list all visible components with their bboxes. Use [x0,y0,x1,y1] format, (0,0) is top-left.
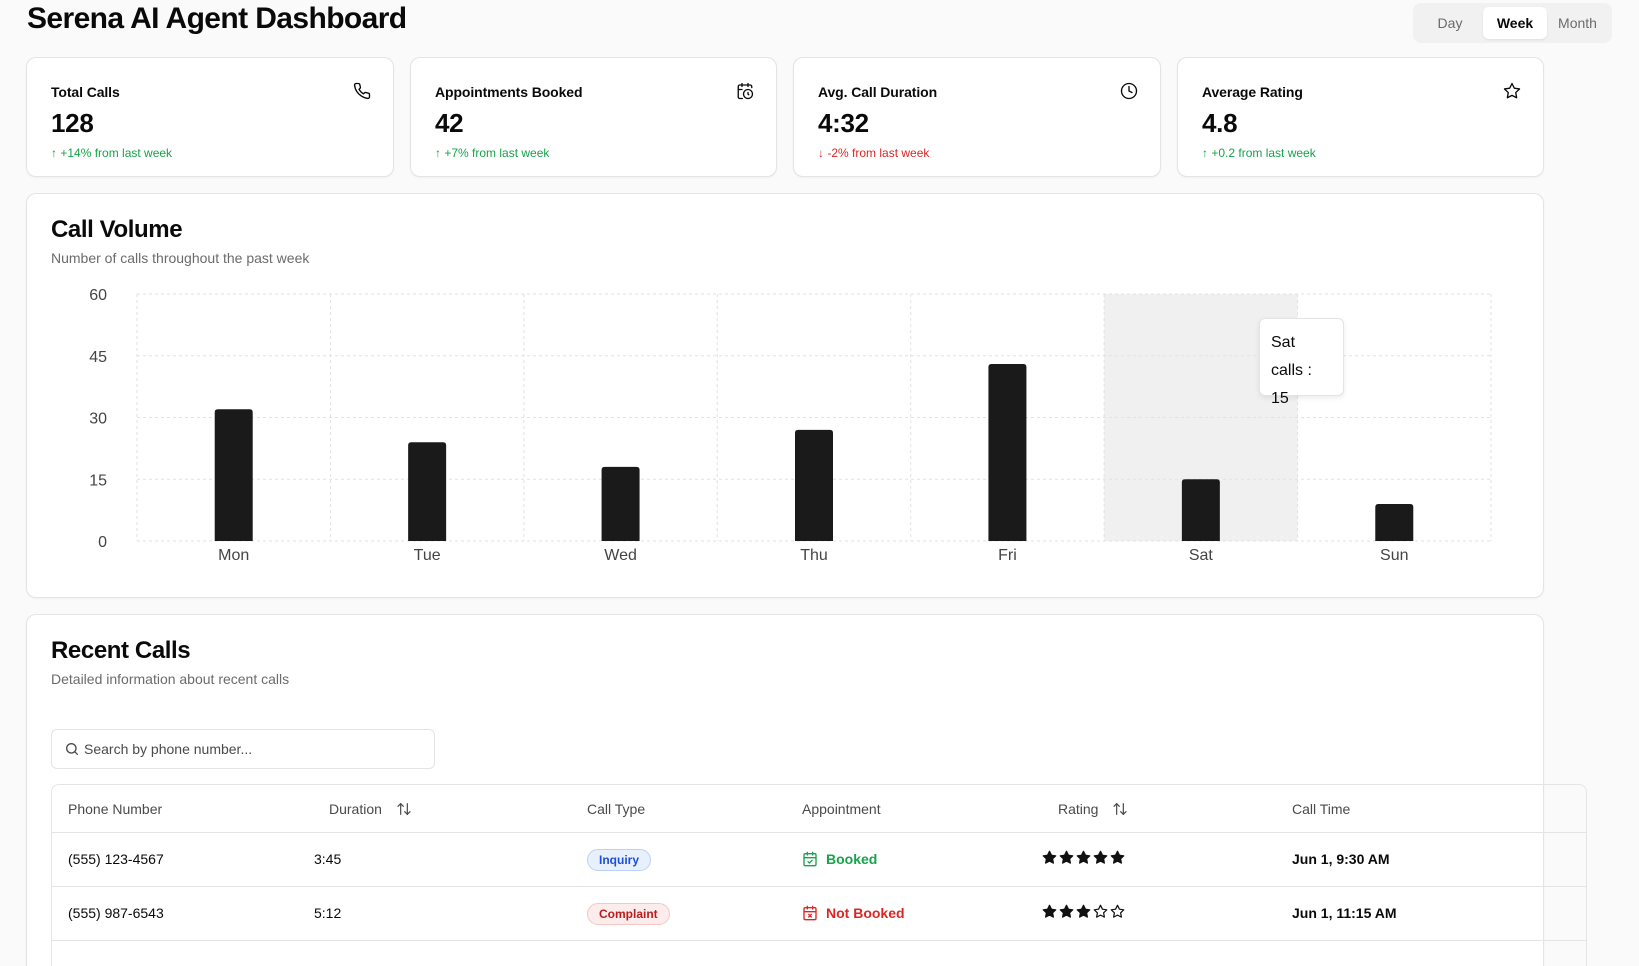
stat-title: Appointments Booked [435,84,583,100]
x-tick-label: Sat [1189,547,1214,564]
column-header-appointment: Appointment [802,801,881,817]
recent-calls-table: Phone Number Duration Call Type Appointm… [51,784,1587,966]
bar-sun [1375,503,1414,541]
tooltip-value: calls : 15 [1271,362,1312,407]
phone-icon [353,82,371,100]
star-filled-icon [1093,850,1108,864]
phone-cell: (555) 987-6543 [68,905,164,921]
star-filled-icon [1076,850,1091,864]
table-header: Phone Number Duration Call Type Appointm… [52,785,1586,833]
bar-mon [214,409,253,541]
column-header-call-type: Call Type [587,801,646,817]
search-icon [66,743,78,755]
calendar-x-icon [803,905,817,921]
page-title: Serena AI Agent Dashboard [27,2,407,35]
calendar-check-icon [803,851,817,867]
y-tick-label: 0 [98,534,107,551]
search-input[interactable] [84,730,424,768]
x-tick-label: Wed [604,547,637,564]
range-week-button[interactable]: Week [1483,7,1547,39]
stat-delta: ↑ +0.2 from last week [1202,146,1316,160]
clock-icon [1120,82,1138,100]
stat-delta: ↑ +7% from last week [435,146,550,160]
phone-cell: (555) 123-4567 [68,851,164,867]
x-tick-label: Sun [1380,547,1408,564]
appointment-cell: Not Booked [802,905,905,921]
bar-fri [988,363,1027,541]
call-type-cell: Inquiry [587,849,652,871]
call-type-badge: Inquiry [587,849,652,871]
star-filled-icon [1076,904,1091,918]
table-row[interactable]: (555) 123-4567 3:45 Inquiry Booked Jun 1… [52,833,1586,887]
sort-icon[interactable] [1112,801,1128,817]
star-filled-icon [1059,904,1074,918]
stat-value: 4:32 [818,108,869,138]
duration-cell: 3:45 [314,851,342,867]
star-filled-icon [1059,850,1074,864]
search-box [51,729,435,769]
star-empty-icon [1093,904,1108,918]
stat-title: Average Rating [1202,84,1303,100]
chart-tooltip: Sat calls : 15 [1259,318,1344,407]
range-month-button[interactable]: Month [1547,7,1608,39]
appointment-cell: Booked [802,851,877,867]
star-filled-icon [1110,850,1125,864]
y-tick-label: 15 [89,472,107,489]
stat-card-average-rating: Average Rating 4.8 ↑ +0.2 from last week [1177,57,1544,177]
column-header-call-time: Call Time [1292,801,1351,817]
stat-value: 128 [51,108,94,138]
x-tick-label: Tue [414,547,441,564]
x-tick-label: Fri [998,547,1017,564]
stat-value: 42 [435,108,464,138]
stat-card-avg-duration: Avg. Call Duration 4:32 ↓ -2% from last … [793,57,1161,177]
section-title: Call Volume [51,216,183,243]
section-subtitle: Number of calls throughout the past week [51,250,310,266]
time-range-toggle: Day Week Month [1413,3,1612,43]
stat-card-appointments: Appointments Booked 42 ↑ +7% from last w… [410,57,777,177]
stat-delta: ↑ +14% from last week [51,146,173,160]
star-empty-icon [1110,904,1125,918]
table-row[interactable]: (555) 987-6543 5:12 Complaint Not Booked… [52,887,1586,941]
star-filled-icon [1042,850,1057,864]
x-tick-label: Thu [800,547,828,564]
bar-sat [1181,479,1220,541]
rating-stars [1042,904,1125,919]
bar-thu [795,429,833,541]
call-type-badge: Complaint [587,903,670,925]
duration-cell: 5:12 [314,905,342,921]
x-tick-label: Mon [218,547,249,564]
y-tick-label: 45 [89,349,107,366]
column-header-rating[interactable]: Rating [1058,801,1128,817]
recent-calls-card: Recent Calls Detailed information about … [26,614,1587,966]
stat-value: 4.8 [1202,108,1238,138]
y-tick-label: 60 [89,287,107,304]
call-time-cell: Jun 1, 9:30 AM [1292,851,1390,867]
call-time-cell: Jun 1, 11:15 AM [1292,905,1397,921]
bar-wed [601,466,640,541]
stat-title: Avg. Call Duration [818,84,938,100]
section-title: Recent Calls [51,637,191,664]
stat-card-total-calls: Total Calls 128 ↑ +14% from last week [26,57,394,177]
section-subtitle: Detailed information about recent calls [51,671,290,687]
column-header-duration[interactable]: Duration [329,801,412,817]
sort-icon[interactable] [396,801,412,817]
column-header-phone: Phone Number [68,801,163,817]
tooltip-label: Sat [1271,334,1296,351]
range-day-button[interactable]: Day [1417,7,1483,39]
bar-tue [408,442,447,541]
star-filled-icon [1042,904,1057,918]
rating-stars [1042,850,1125,865]
stat-title: Total Calls [51,84,120,100]
star-icon [1503,82,1521,99]
y-tick-label: 30 [89,411,107,428]
call-type-cell: Complaint [587,903,670,925]
calendar-clock-icon [737,82,754,100]
stat-delta: ↓ -2% from last week [818,146,930,160]
